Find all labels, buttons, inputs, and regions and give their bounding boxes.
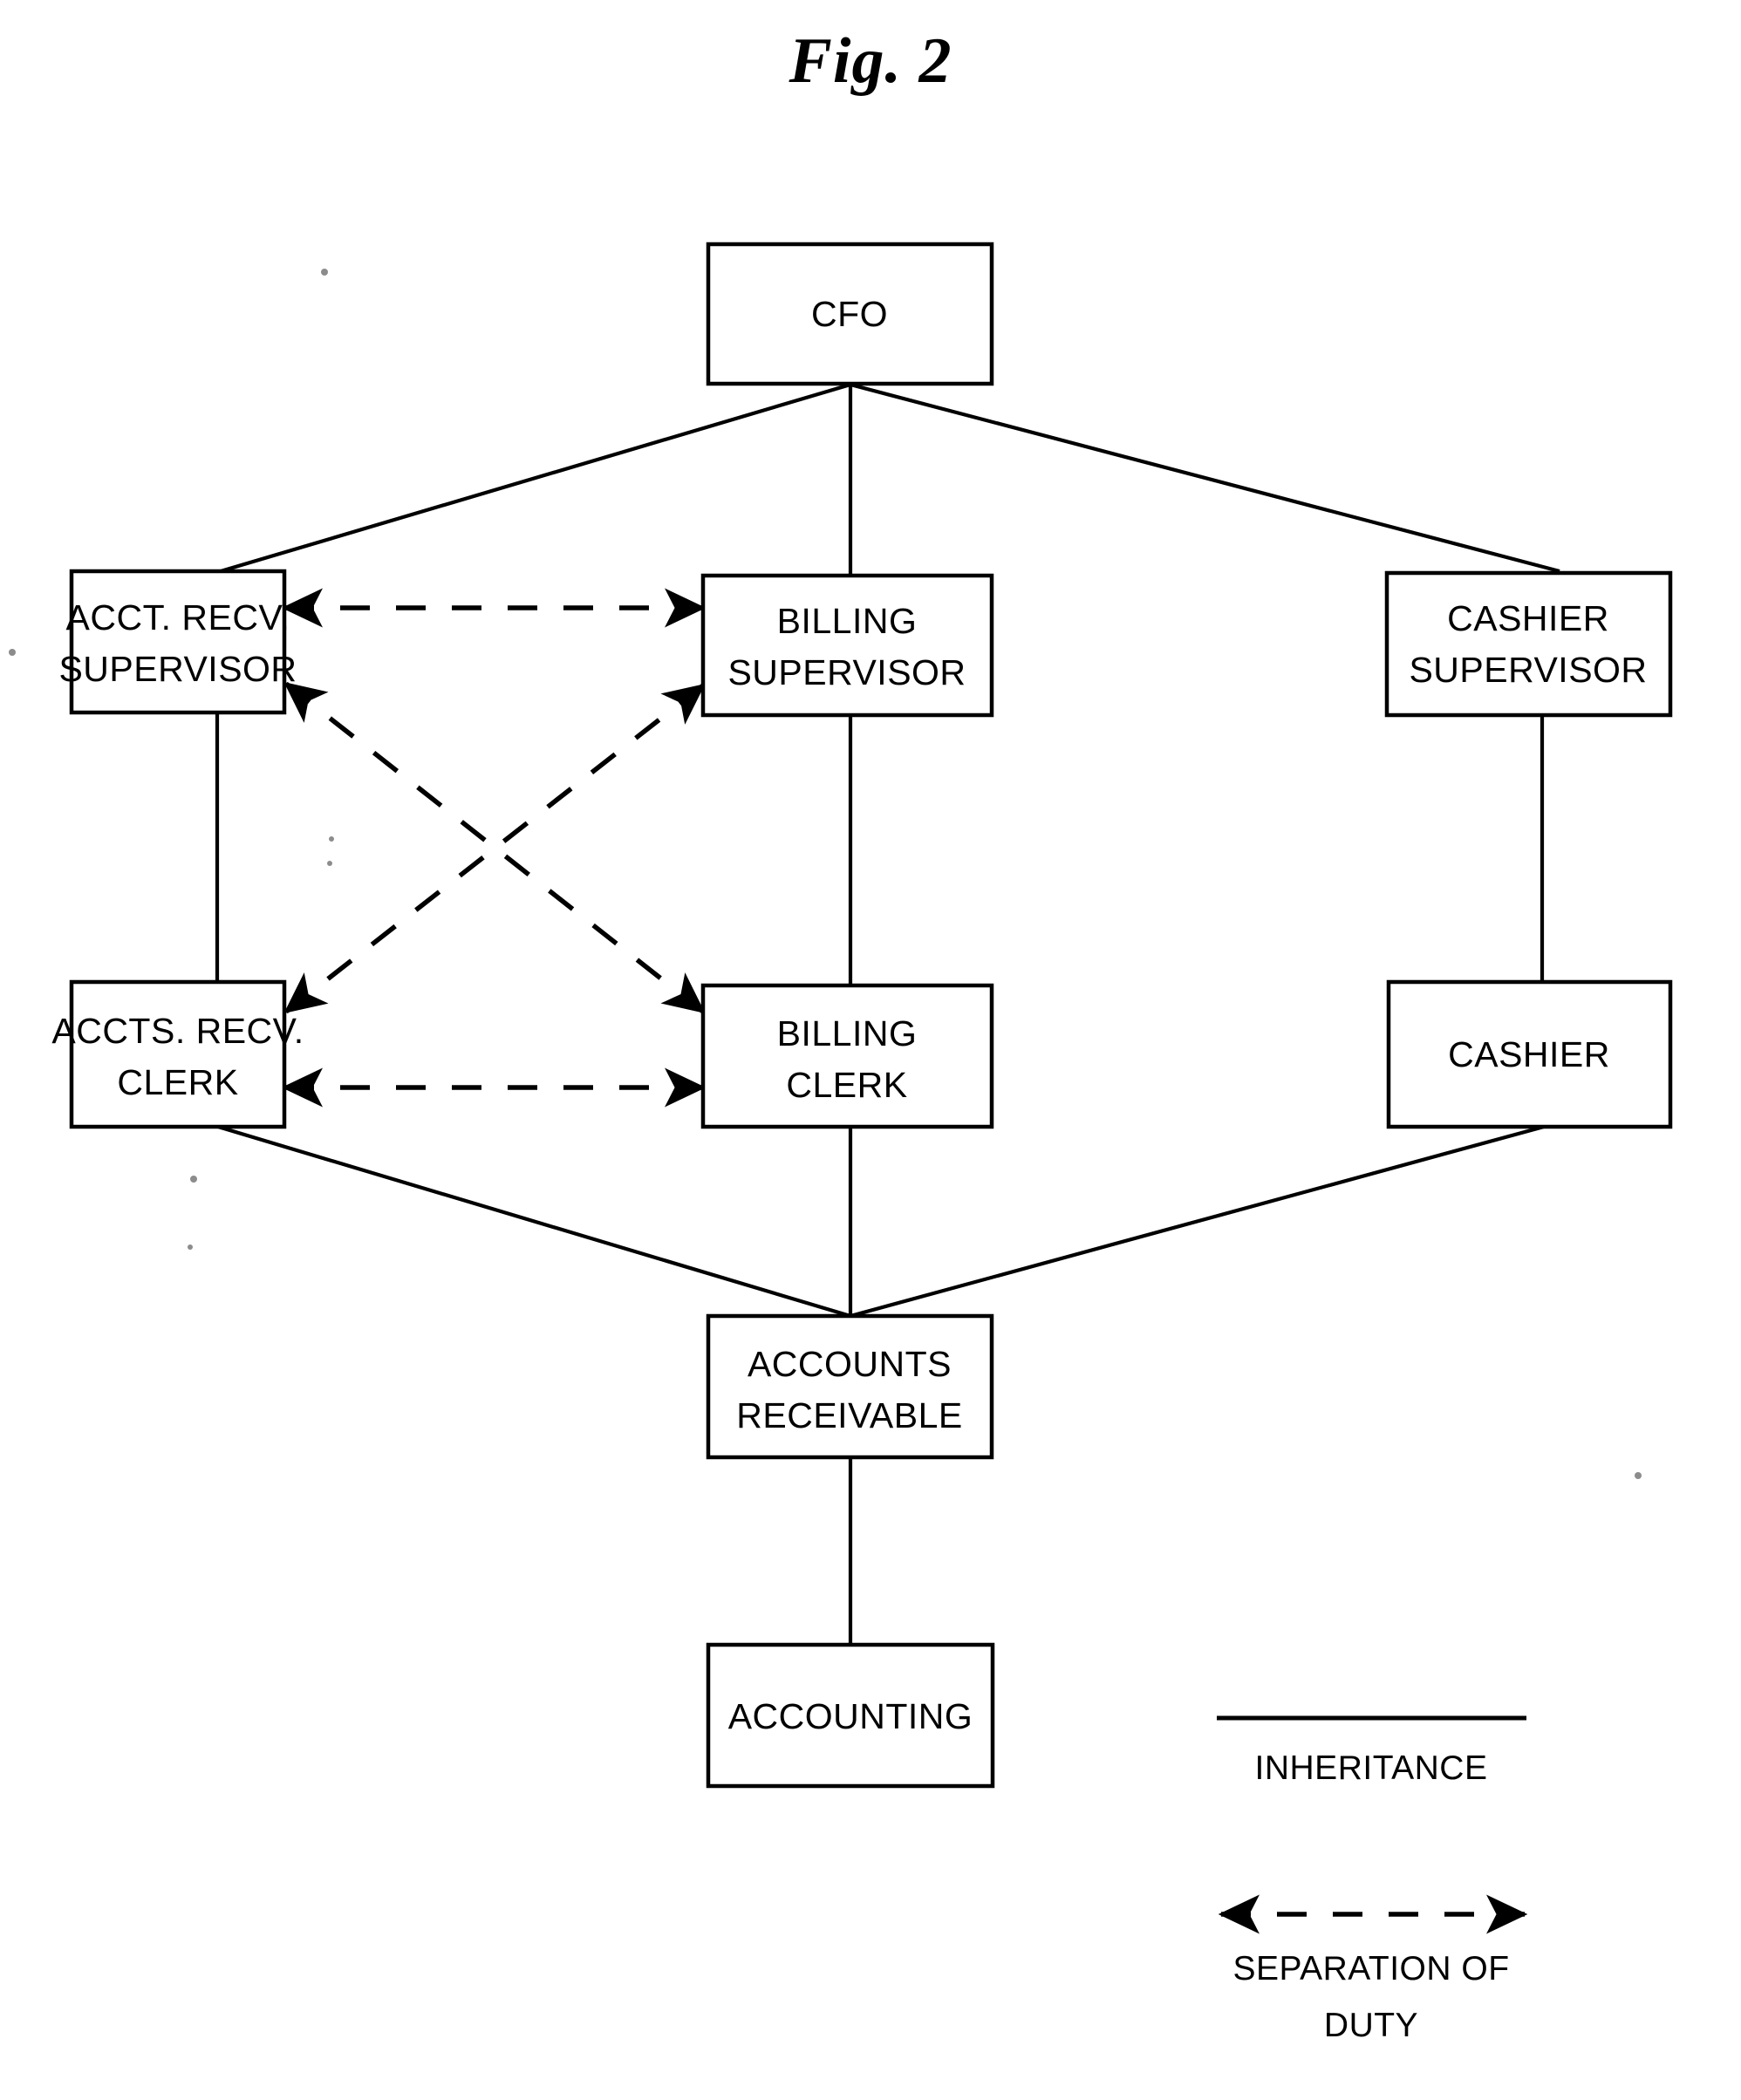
node-label-line1: CFO bbox=[811, 294, 888, 334]
node-label-line2: RECEIVABLE bbox=[736, 1395, 962, 1435]
node-box bbox=[700, 573, 994, 718]
node-label-line2: SUPERVISOR bbox=[58, 649, 297, 689]
legend-separation-of-duty: SEPARATION OF DUTY bbox=[1218, 1894, 1528, 2044]
node-accounting[interactable]: ACCOUNTING bbox=[706, 1642, 995, 1789]
node-label-line1: CASHIER bbox=[1448, 1034, 1610, 1074]
node-label-line1: CASHIER bbox=[1447, 598, 1609, 638]
node-acct-recv-supervisor[interactable]: ACCT. RECV. SUPERVISOR bbox=[58, 569, 297, 715]
node-box bbox=[69, 569, 287, 715]
node-label-line1: ACCOUNTS bbox=[748, 1344, 952, 1384]
node-label-line1: BILLING bbox=[777, 601, 918, 641]
legend-separation-label-line1: SEPARATION OF bbox=[1232, 1950, 1509, 1988]
diagram-canvas: CFO ACCT. RECV. SUPERVISOR BILLING SUPER… bbox=[9, 242, 1673, 2044]
node-accts-recv-clerk[interactable]: ACCTS. RECV. CLERK bbox=[51, 979, 304, 1129]
node-billing-clerk[interactable]: BILLING CLERK bbox=[700, 983, 994, 1129]
node-box bbox=[1384, 570, 1673, 718]
inheritance-cfo-to-cashier-supervisor bbox=[850, 382, 1560, 574]
inheritance-accts-recv-clerk-to-accounts-receivable bbox=[217, 1124, 851, 1319]
scan-speck bbox=[329, 836, 334, 842]
legend-separation-label-line2: DUTY bbox=[1324, 2007, 1418, 2044]
legend-inheritance-label: INHERITANCE bbox=[1255, 1749, 1488, 1787]
scan-speck bbox=[9, 649, 16, 656]
node-cashier[interactable]: CASHIER bbox=[1386, 979, 1673, 1129]
node-box bbox=[700, 983, 994, 1129]
node-accounts-receivable[interactable]: ACCOUNTS RECEIVABLE bbox=[706, 1313, 994, 1460]
node-cfo[interactable]: CFO bbox=[706, 242, 994, 386]
node-label-line2: CLERK bbox=[117, 1062, 238, 1102]
node-box bbox=[69, 979, 287, 1129]
node-label-line1: ACCOUNTING bbox=[728, 1696, 973, 1736]
node-label-line2: CLERK bbox=[786, 1065, 907, 1105]
scan-speck bbox=[190, 1176, 197, 1183]
node-box bbox=[706, 1313, 994, 1460]
scan-speck bbox=[1635, 1472, 1642, 1479]
inheritance-cashier-to-accounts-receivable bbox=[850, 1124, 1545, 1319]
node-label-line2: SUPERVISOR bbox=[1409, 650, 1647, 690]
inheritance-cfo-to-acct-recv-supervisor bbox=[220, 382, 851, 574]
node-label-line1: BILLING bbox=[777, 1013, 918, 1053]
node-billing-supervisor[interactable]: BILLING SUPERVISOR bbox=[700, 573, 994, 718]
figure-container: Fig. 2 CFO ACCT. RECV. SUPERVISOR BILLIN… bbox=[0, 0, 1741, 2100]
legend-inheritance: INHERITANCE bbox=[1217, 1715, 1526, 1787]
node-cashier-supervisor[interactable]: CASHIER SUPERVISOR bbox=[1384, 570, 1673, 718]
scan-speck bbox=[188, 1244, 193, 1250]
scan-speck bbox=[327, 861, 332, 866]
node-label-line2: SUPERVISOR bbox=[727, 652, 966, 692]
node-label-line1: ACCT. RECV. bbox=[66, 597, 290, 638]
scan-speck bbox=[321, 269, 328, 276]
node-label-line1: ACCTS. RECV. bbox=[51, 1011, 304, 1051]
